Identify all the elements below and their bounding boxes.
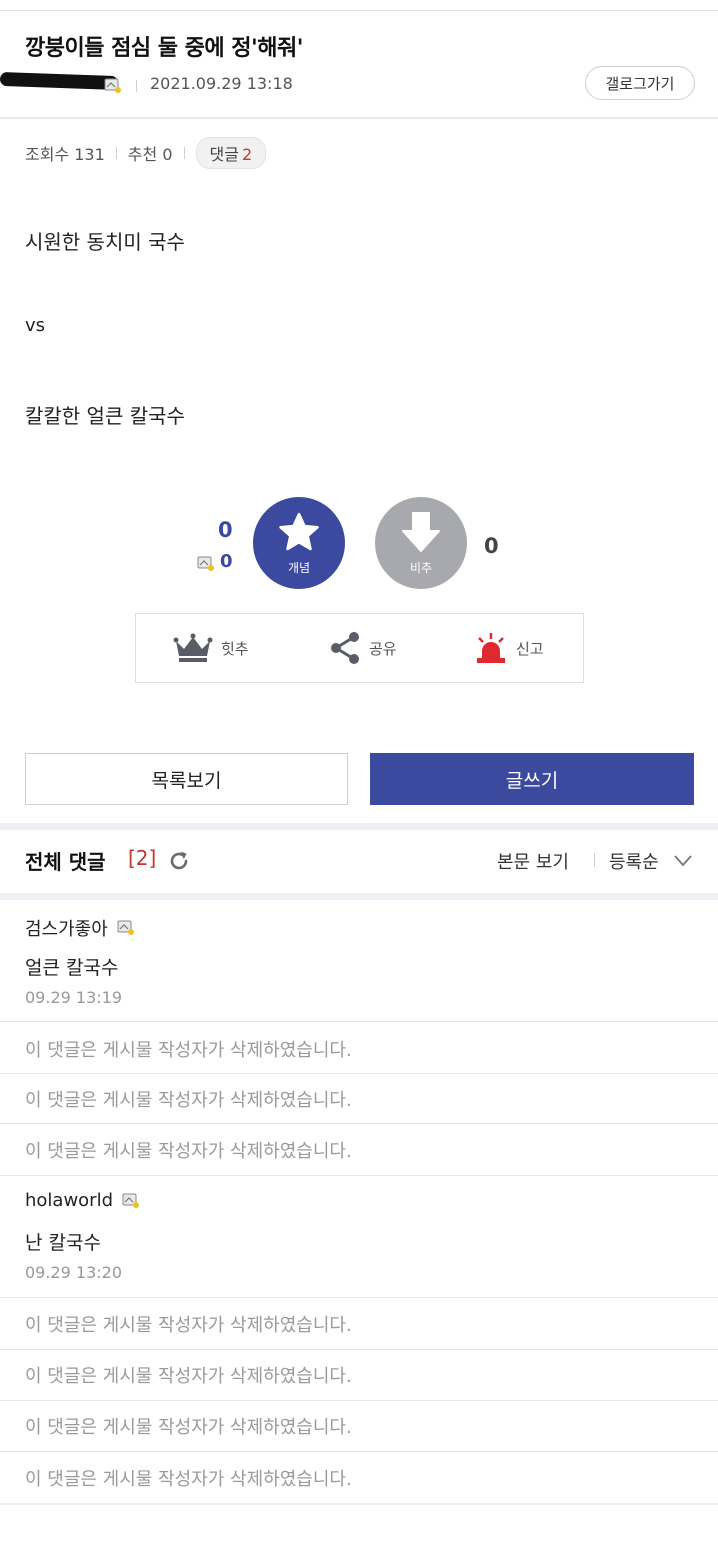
- stats-separator: [183, 147, 185, 159]
- row-divider: [0, 1400, 718, 1401]
- row-divider: [0, 1175, 718, 1176]
- crown-icon: [173, 633, 213, 663]
- upvote-button[interactable]: 개념: [253, 497, 345, 589]
- deleted-comment: 이 댓글은 게시물 작성자가 삭제하였습니다.: [25, 1366, 352, 1387]
- downvote-button[interactable]: 비추: [375, 497, 467, 589]
- deleted-comment: 이 댓글은 게시물 작성자가 삭제하였습니다.: [25, 1417, 352, 1438]
- write-post-button[interactable]: 글쓰기: [370, 753, 694, 805]
- comment-date: 09.29 13:20: [25, 1263, 122, 1282]
- fixed-up-vote-count: 0: [220, 551, 233, 572]
- down-vote-count: 0: [484, 534, 499, 558]
- row-divider: [0, 1503, 718, 1505]
- fixed-nick-icon: [104, 78, 122, 98]
- meta-separator: [136, 80, 137, 92]
- row-divider: [0, 1073, 718, 1074]
- section-divider: [0, 893, 718, 900]
- top-divider: [0, 10, 718, 11]
- body-line: 시원한 동치미 국수: [25, 230, 185, 254]
- deleted-comment: 이 댓글은 게시물 작성자가 삭제하였습니다.: [25, 1090, 352, 1111]
- report-button[interactable]: 신고: [474, 614, 544, 682]
- row-divider: [0, 1021, 718, 1022]
- comment-author[interactable]: 검스가좋아: [25, 915, 135, 941]
- downvote-label: 비추: [409, 561, 433, 575]
- refresh-icon[interactable]: [167, 849, 191, 877]
- sort-select[interactable]: 등록순: [609, 848, 659, 874]
- share-icon: [329, 631, 361, 665]
- deleted-comment: 이 댓글은 게시물 작성자가 삭제하였습니다.: [25, 1315, 352, 1336]
- siren-icon: [474, 631, 508, 665]
- header-divider: [0, 117, 718, 119]
- section-divider: [0, 823, 718, 830]
- comment-date: 09.29 13:19: [25, 988, 122, 1007]
- views-count: 조회수 131: [25, 145, 105, 164]
- share-label: 공유: [369, 639, 397, 658]
- fixed-nick-icon: [122, 1193, 140, 1209]
- comment-text: 난 칼국수: [25, 1232, 101, 1254]
- deleted-comment: 이 댓글은 게시물 작성자가 삭제하였습니다.: [25, 1040, 352, 1061]
- fixed-nick-icon: [117, 920, 135, 936]
- comment-pill-count: 2: [241, 145, 253, 164]
- post-stats: 조회수 131 추천 0 댓글 2: [25, 137, 267, 169]
- star-icon: [279, 512, 319, 551]
- row-divider: [0, 1349, 718, 1350]
- gallog-button[interactable]: 갤로그가기: [585, 66, 695, 100]
- upvote-label: 개념: [287, 561, 311, 575]
- up-vote-count: 0: [218, 518, 233, 542]
- list-view-button[interactable]: 목록보기: [25, 753, 348, 805]
- comment-author-name: 검스가좋아: [25, 919, 108, 940]
- comment-author-name: holaworld: [25, 1190, 114, 1211]
- body-line: 칼칼한 얼큰 칼국수: [25, 404, 185, 428]
- comments-title: 전체 댓글: [25, 850, 106, 874]
- row-divider: [0, 1123, 718, 1124]
- comment-author[interactable]: holaworld: [25, 1190, 140, 1211]
- row-divider: [0, 1451, 718, 1452]
- post-actions: 힛추 공유 신고: [135, 613, 584, 683]
- post-date: 2021.09.29 13:18: [150, 74, 293, 93]
- recommend-count: 추천 0: [127, 145, 173, 164]
- comment-text: 얼큰 칼국수: [25, 957, 119, 979]
- fixed-nick-icon: [197, 556, 215, 576]
- view-body-link[interactable]: 본문 보기: [497, 848, 569, 874]
- row-divider: [0, 1297, 718, 1298]
- stats-separator: [115, 147, 117, 159]
- deleted-comment: 이 댓글은 게시물 작성자가 삭제하였습니다.: [25, 1469, 352, 1490]
- comment-pill-label: 댓글: [209, 145, 239, 164]
- hit-button[interactable]: 힛추: [173, 614, 249, 682]
- comments-total-count: [2]: [128, 846, 157, 870]
- header-separator: [594, 853, 595, 867]
- comment-count-pill[interactable]: 댓글 2: [195, 137, 267, 169]
- chevron-down-icon[interactable]: [673, 853, 693, 872]
- arrow-down-icon: [402, 512, 440, 552]
- author-name-redacted: [0, 71, 119, 91]
- deleted-comment: 이 댓글은 게시물 작성자가 삭제하였습니다.: [25, 1141, 352, 1162]
- body-line: vs: [25, 315, 46, 336]
- share-button[interactable]: 공유: [329, 614, 397, 682]
- hit-label: 힛추: [221, 639, 249, 658]
- report-label: 신고: [516, 639, 544, 658]
- post-title: 깡붕이들 점심 둘 중에 정'해줘': [25, 36, 304, 61]
